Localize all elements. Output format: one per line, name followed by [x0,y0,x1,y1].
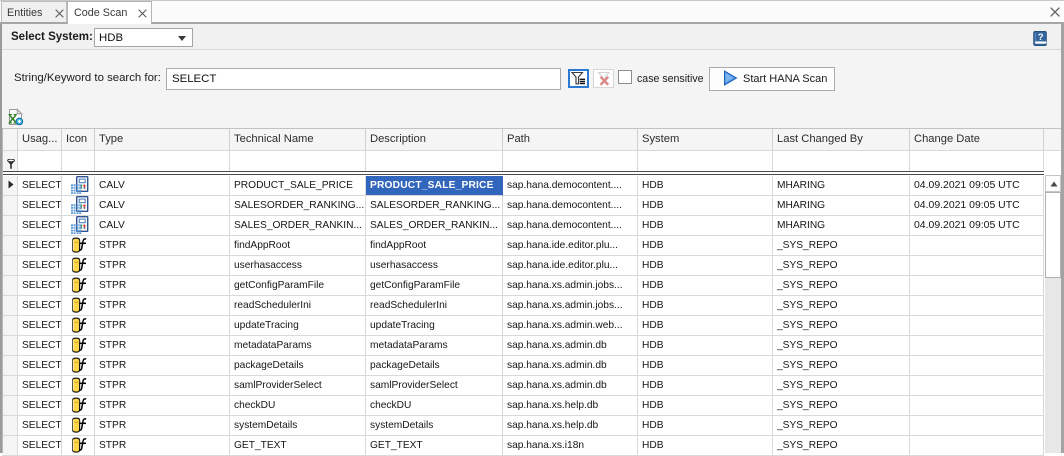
svg-text:?: ? [1038,32,1044,43]
